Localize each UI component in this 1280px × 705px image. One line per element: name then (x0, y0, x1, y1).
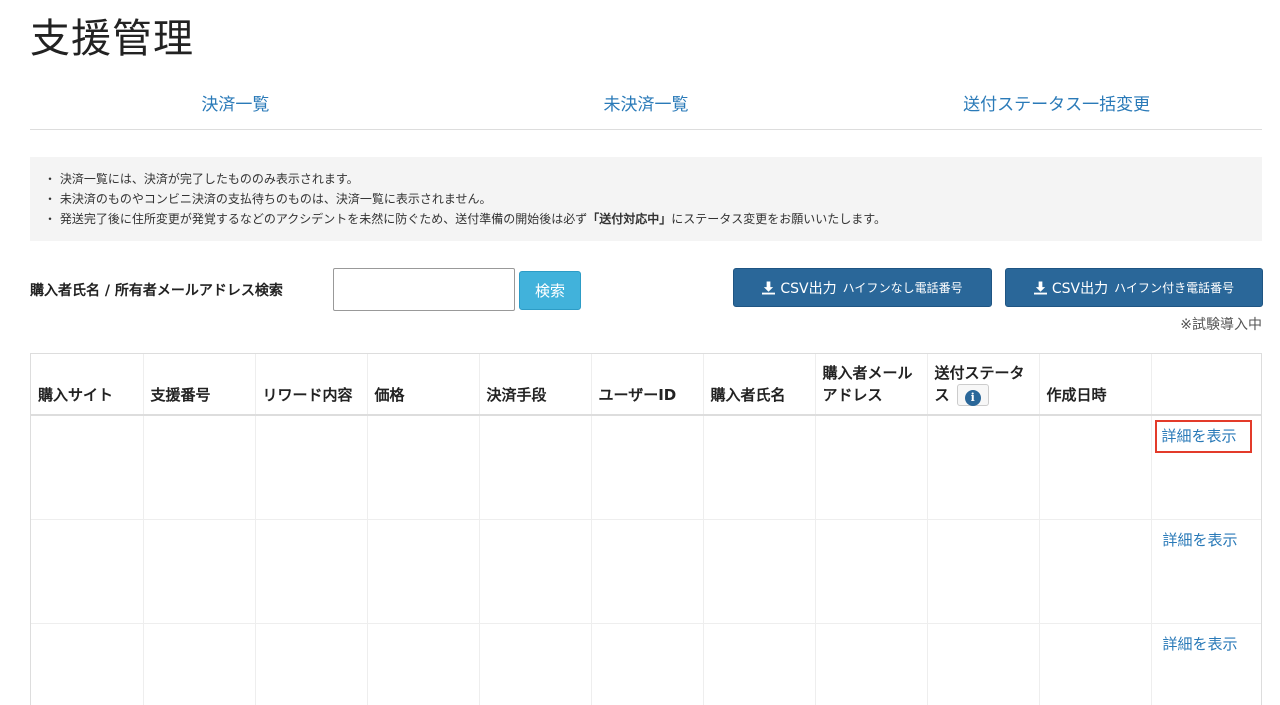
table-cell (479, 623, 592, 705)
header-purchase-site: 購入サイト (31, 354, 144, 416)
table-cell (143, 519, 256, 624)
table-cell (1039, 623, 1152, 705)
table-cell (31, 519, 144, 624)
detail-link[interactable]: 詳細を表示 (1158, 526, 1243, 553)
detail-link[interactable]: 詳細を表示 (1154, 420, 1252, 453)
tab-bar: 決済一覧 未決済一覧 送付ステータス一括変更 (30, 82, 1262, 130)
search-label: 購入者氏名 / 所有者メールアドレス検索 (30, 283, 283, 299)
table-cell-action: 詳細を表示 (1151, 623, 1261, 705)
header-reward-content: リワード内容 (255, 354, 368, 416)
header-user-id: ユーザーID (591, 354, 704, 416)
header-created-at: 作成日時 (1039, 354, 1152, 416)
csv-export-no-hyphen-button[interactable]: CSV出力 ハイフンなし電話番号 (733, 268, 992, 307)
download-icon (762, 281, 776, 294)
table-cell (591, 415, 704, 520)
csv-export-hyphen-button[interactable]: CSV出力 ハイフン付き電話番号 (1005, 268, 1263, 307)
header-buyer-email: 購入者メール アドレス (815, 354, 928, 416)
search-button[interactable]: 検索 (519, 271, 581, 310)
table-cell (591, 519, 704, 624)
header-status-line2: ス (934, 385, 950, 404)
header-support-number: 支援番号 (143, 354, 256, 416)
status-info-button[interactable]: i (956, 384, 989, 406)
table-cell-action: 詳細を表示 (1151, 415, 1261, 520)
notice-box: ・ 決済一覧には、決済が完了したもののみ表示されます。 ・ 未決済のものやコンビ… (30, 157, 1262, 241)
header-buyer-email-line1: 購入者メール (822, 364, 913, 382)
table-cell (703, 623, 816, 705)
page-title: 支援管理 (30, 16, 194, 62)
header-payment-method: 決済手段 (479, 354, 592, 416)
table-cell (815, 519, 928, 624)
header-price: 価格 (367, 354, 480, 416)
table-cell-action: 詳細を表示 (1151, 519, 1261, 624)
notice-line-3-bold: 「送付対応中」 (587, 212, 672, 226)
table-row: 詳細を表示 (31, 623, 1261, 705)
notice-line-2: ・ 未決済のものやコンビニ決済の支払待ちのものは、決済一覧に表示されません。 (44, 192, 492, 206)
table-cell (927, 415, 1040, 520)
csv-button-label: CSV出力 (780, 280, 837, 297)
table-cell (1039, 519, 1152, 624)
table-cell (815, 415, 928, 520)
table-cell (703, 415, 816, 520)
notice-line-1: ・ 決済一覧には、決済が完了したもののみ表示されます。 (44, 172, 359, 186)
table-cell (479, 519, 592, 624)
notice-line-3-post: にステータス変更をお願いいたします。 (671, 212, 887, 226)
tab-bulk-status-change[interactable]: 送付ステータス一括変更 (851, 82, 1262, 129)
table-cell (255, 415, 368, 520)
support-table: 購入サイト 支援番号 リワード内容 価格 決済手段 ユーザーID 購入者氏名 購… (30, 353, 1262, 705)
table-row: 詳細を表示 (31, 519, 1261, 624)
notice-line-3: ・ 発送完了後に住所変更が発覚するなどのアクシデントを未然に防ぐため、送付準備の… (44, 209, 1248, 229)
table-cell (143, 415, 256, 520)
header-actions (1151, 354, 1261, 416)
table-row: 詳細を表示 (31, 415, 1261, 520)
table-cell (927, 519, 1040, 624)
tab-unpaid-list[interactable]: 未決済一覧 (441, 82, 852, 129)
notice-line-3-pre: ・ 発送完了後に住所変更が発覚するなどのアクシデントを未然に防ぐため、送付準備の… (44, 212, 588, 226)
table-header-row: 購入サイト 支援番号 リワード内容 価格 決済手段 ユーザーID 購入者氏名 購… (31, 354, 1261, 416)
search-input[interactable] (333, 268, 515, 311)
table-cell (367, 415, 480, 520)
info-icon: i (964, 390, 981, 406)
table-cell (143, 623, 256, 705)
header-shipping-status: 送付ステータ ス i (927, 354, 1040, 416)
table-cell (255, 519, 368, 624)
table-cell (815, 623, 928, 705)
table-cell (703, 519, 816, 624)
table-cell (255, 623, 368, 705)
download-icon (1033, 281, 1047, 294)
header-status-line1: 送付ステータ (934, 363, 1025, 382)
table-cell (479, 415, 592, 520)
header-buyer-name: 購入者氏名 (703, 354, 816, 416)
detail-link[interactable]: 詳細を表示 (1158, 630, 1243, 657)
trial-note: ※試験導入中 (1180, 317, 1262, 333)
header-buyer-email-line2: アドレス (822, 386, 883, 404)
table-cell (367, 519, 480, 624)
csv-button-label: CSV出力 (1051, 280, 1109, 297)
table-cell (591, 623, 704, 705)
csv-button-sublabel: ハイフンなし電話番号 (842, 281, 963, 295)
table-cell (927, 623, 1040, 705)
table-cell (367, 623, 480, 705)
table-cell (1039, 415, 1152, 520)
tab-payment-list[interactable]: 決済一覧 (30, 82, 441, 129)
table-cell (31, 415, 144, 520)
csv-button-sublabel: ハイフン付き電話番号 (1114, 281, 1235, 295)
table-cell (31, 623, 144, 705)
